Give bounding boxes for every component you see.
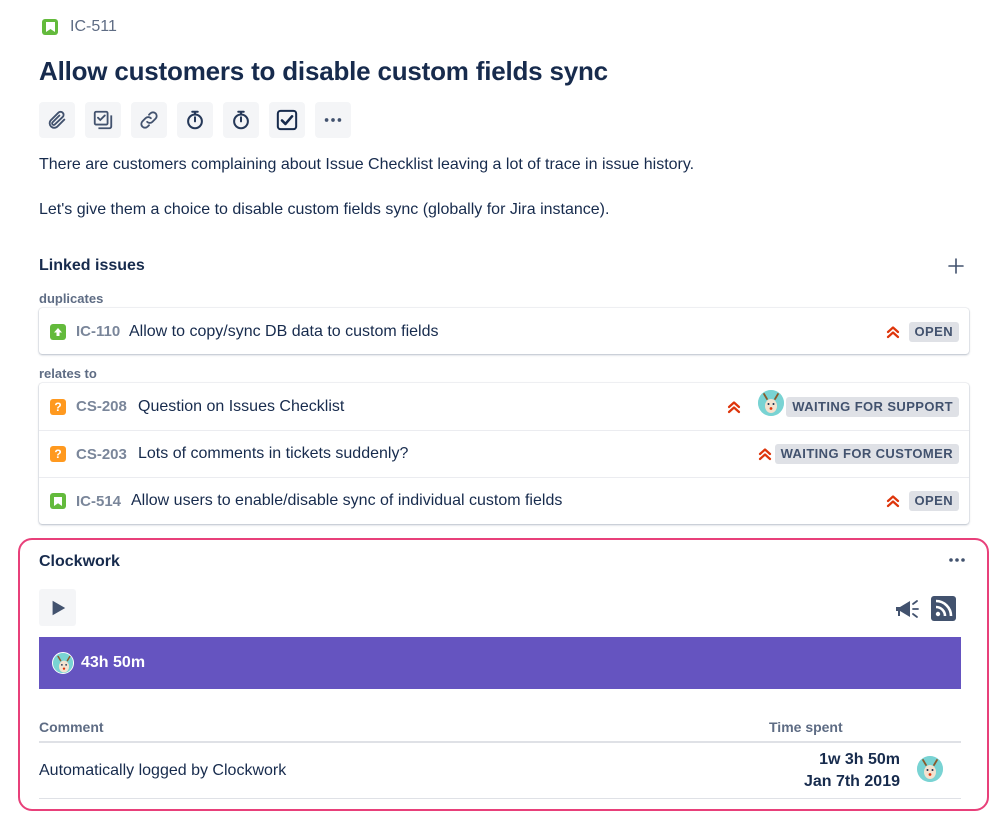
avatar[interactable] xyxy=(758,390,784,416)
more-actions-button[interactable] xyxy=(315,102,351,138)
stopwatch-icon xyxy=(233,110,249,130)
issue-key[interactable]: IC-511 xyxy=(70,18,117,36)
attach-button[interactable] xyxy=(39,102,75,138)
checkbox-icon xyxy=(276,109,298,131)
linked-issue-summary[interactable]: Allow users to enable/disable sync of in… xyxy=(131,492,562,510)
question-icon: ? xyxy=(50,446,66,462)
linked-issue-row[interactable]: ? CS-203 Lots of comments in tickets sud… xyxy=(39,430,969,477)
avatar[interactable] xyxy=(917,756,943,782)
megaphone-icon[interactable] xyxy=(894,597,920,621)
question-icon: ? xyxy=(50,398,66,415)
clockwork-panel: Clockwork 43h 50m Comment Time spent Aut… xyxy=(18,538,989,811)
stopwatch-icon xyxy=(187,110,203,130)
divider xyxy=(39,798,961,799)
relation-label: relates to xyxy=(39,366,97,381)
linked-issue-key[interactable]: IC-110 xyxy=(76,323,120,340)
log-time-button[interactable] xyxy=(177,102,213,138)
link-icon xyxy=(140,111,158,129)
status-badge: WAITING FOR CUSTOMER xyxy=(774,444,959,464)
issue-key-row: IC-511 xyxy=(42,18,117,36)
relation-label: duplicates xyxy=(39,291,104,306)
checklist-button[interactable] xyxy=(85,102,121,138)
improvement-icon xyxy=(50,323,66,340)
checklist-icon xyxy=(93,110,113,130)
linked-issue-row[interactable]: IC-110 Allow to copy/sync DB data to cus… xyxy=(39,308,969,355)
page-title[interactable]: Allow customers to disable custom fields… xyxy=(39,56,608,87)
priority-highest-icon xyxy=(886,495,900,508)
priority-highest-icon xyxy=(886,325,900,338)
play-icon xyxy=(52,600,65,615)
description-paragraph: There are customers complaining about Is… xyxy=(39,156,695,173)
linked-issue-row[interactable]: ? CS-208 Question on Issues Checklist WA… xyxy=(39,383,969,430)
linked-issue-summary[interactable]: Allow to copy/sync DB data to custom fie… xyxy=(129,323,438,341)
column-header-comment: Comment xyxy=(39,719,104,735)
more-icon xyxy=(324,118,342,122)
more-icon[interactable] xyxy=(945,552,969,568)
column-header-time-spent: Time spent xyxy=(769,719,843,735)
linked-issue-row[interactable]: IC-514 Allow users to enable/disable syn… xyxy=(39,477,969,524)
add-icon[interactable] xyxy=(946,256,966,276)
story-icon xyxy=(42,19,58,35)
linked-issue-key[interactable]: CS-203 xyxy=(76,446,127,463)
attach-icon xyxy=(48,110,66,129)
link-issue-button[interactable] xyxy=(131,102,167,138)
worklog-date: Jan 7th 2019 xyxy=(803,773,900,790)
priority-highest-icon xyxy=(758,448,772,461)
total-time: 43h 50m xyxy=(81,654,146,671)
linked-issue-summary[interactable]: Lots of comments in tickets suddenly? xyxy=(138,445,408,463)
linked-issue-card: IC-110 Allow to copy/sync DB data to cus… xyxy=(39,308,969,354)
linked-issue-summary[interactable]: Question on Issues Checklist xyxy=(138,398,344,416)
start-timer-button[interactable] xyxy=(39,589,76,626)
description-paragraph: Let's give them a choice to disable cust… xyxy=(39,201,610,218)
priority-highest-icon xyxy=(727,400,741,413)
story-icon xyxy=(50,493,66,509)
worklog-comment: Automatically logged by Clockwork xyxy=(39,762,287,779)
total-time-bar: 43h 50m xyxy=(39,637,961,689)
rss-feed-icon[interactable] xyxy=(931,596,956,621)
checkbox-button[interactable] xyxy=(269,102,305,138)
timer-button[interactable] xyxy=(223,102,259,138)
worklog-duration: 1w 3h 50m xyxy=(819,751,900,768)
status-badge: OPEN xyxy=(908,491,959,511)
linked-issue-key[interactable]: IC-514 xyxy=(76,493,121,510)
linked-issue-card: ? CS-208 Question on Issues Checklist WA… xyxy=(39,383,969,524)
status-badge: OPEN xyxy=(908,321,959,342)
avatar xyxy=(52,652,74,674)
status-badge: WAITING FOR SUPPORT xyxy=(786,396,959,417)
clockwork-title: Clockwork xyxy=(39,553,120,570)
divider xyxy=(39,741,961,743)
linked-issues-heading: Linked issues xyxy=(39,257,145,274)
issue-toolbar xyxy=(39,102,351,138)
linked-issue-key[interactable]: CS-208 xyxy=(76,398,127,415)
